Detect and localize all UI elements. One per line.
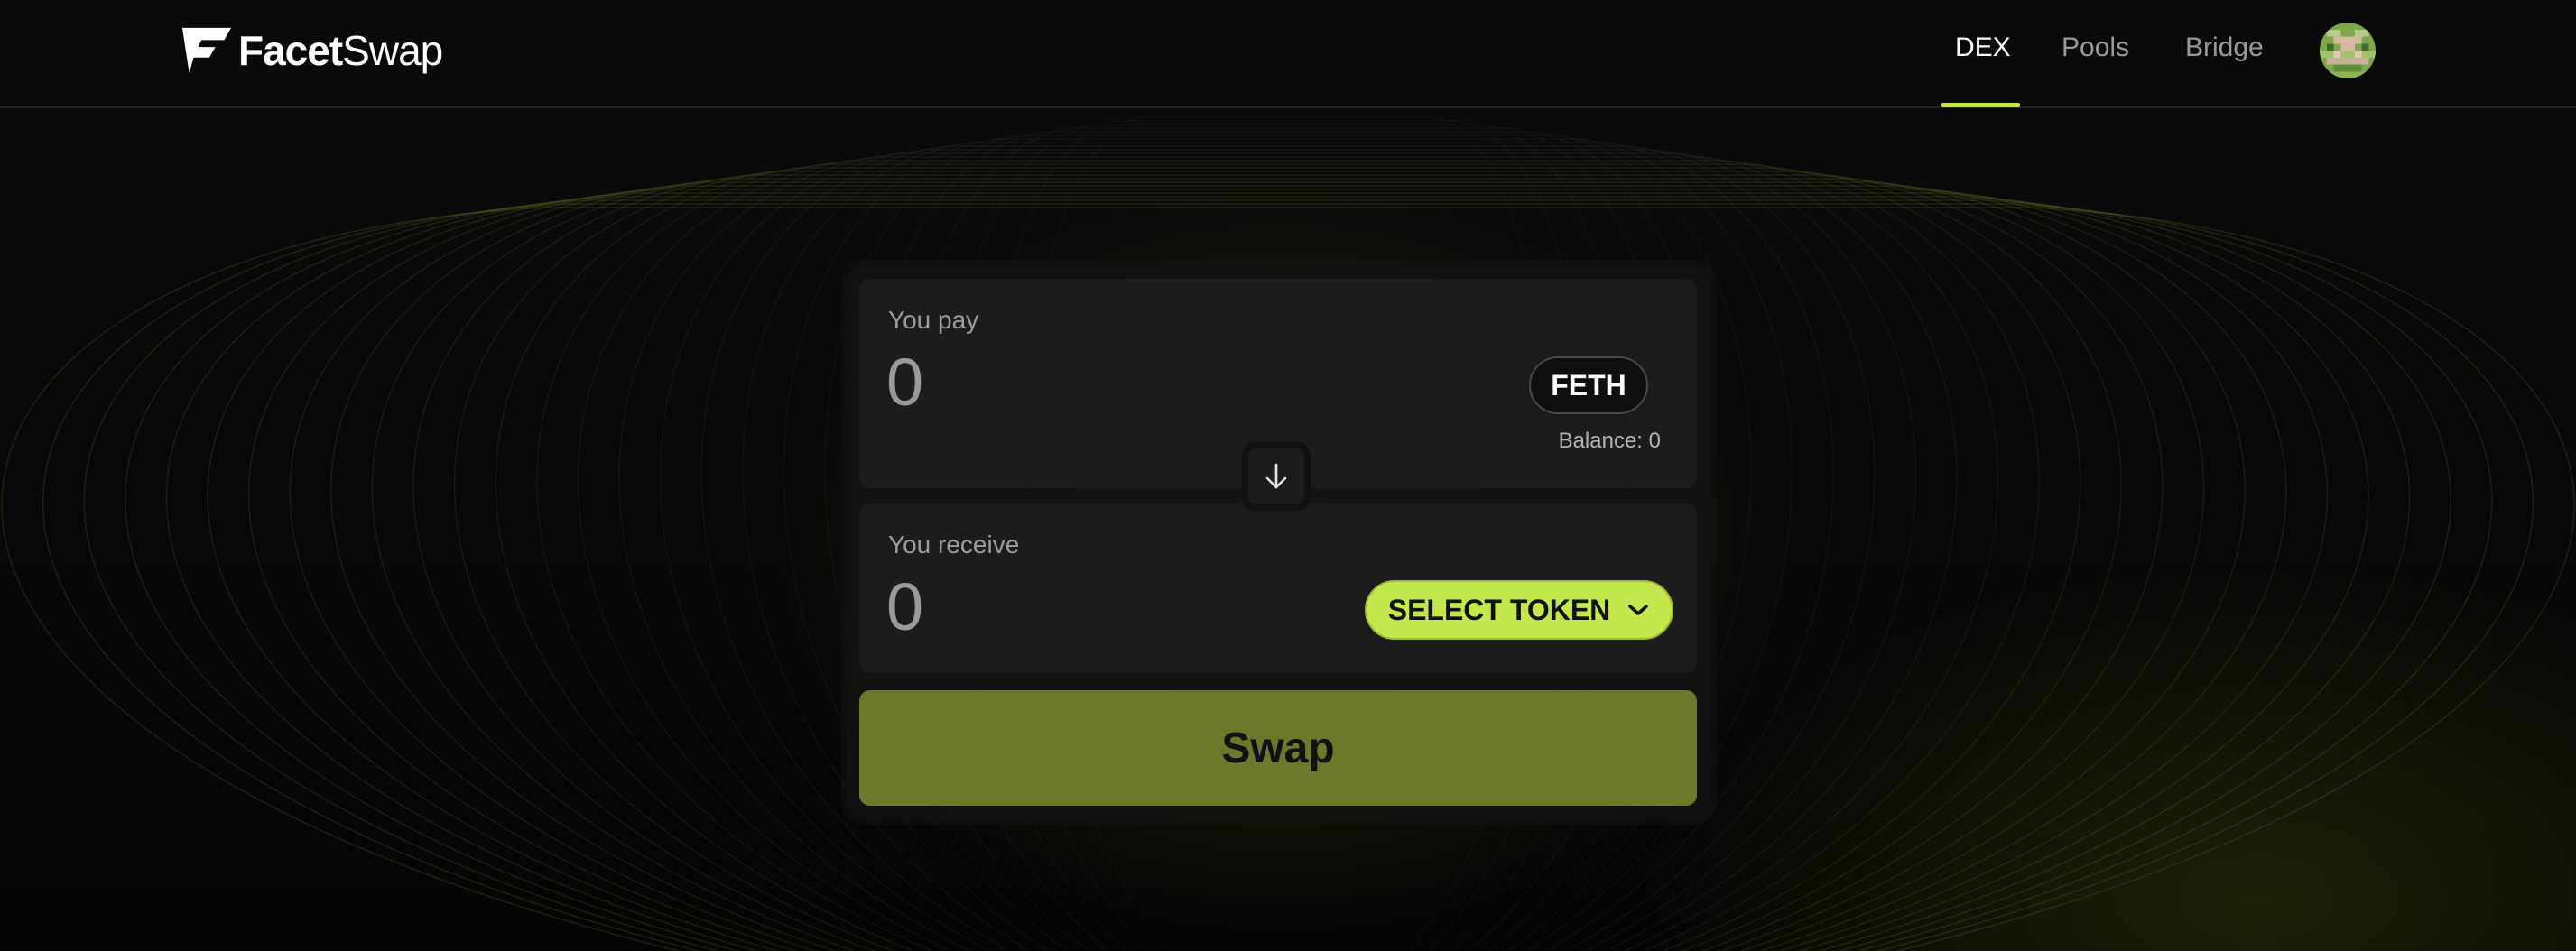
pay-label: You pay xyxy=(888,306,979,334)
brand-name: FacetSwap xyxy=(238,27,443,74)
pay-balance: Balance: 0 xyxy=(1558,429,1661,453)
receive-panel: You receive SELECT TOKEN xyxy=(859,503,1697,673)
chevron-down-icon xyxy=(1628,605,1649,615)
receive-amount-input[interactable] xyxy=(886,570,1338,642)
swap-card: You pay FETH Balance: 0 You receive SELE… xyxy=(847,265,1711,819)
arrow-down-icon xyxy=(1265,463,1287,489)
top-navbar: FacetSwap DEX Pools Bridge xyxy=(0,0,2576,108)
select-token-button[interactable]: SELECT TOKEN xyxy=(1365,580,1673,640)
facet-logo-icon xyxy=(181,27,232,74)
nav-bridge[interactable]: Bridge xyxy=(2185,32,2264,63)
brand-logo[interactable]: FacetSwap xyxy=(181,23,443,78)
select-token-label: SELECT TOKEN xyxy=(1387,593,1611,626)
receive-label: You receive xyxy=(888,531,1020,559)
nav-dex[interactable]: DEX xyxy=(1955,32,2011,63)
nav-active-indicator xyxy=(1941,103,2020,107)
pay-token-button[interactable]: FETH xyxy=(1529,356,1648,414)
avatar[interactable] xyxy=(2320,23,2376,78)
swap-button[interactable]: Swap xyxy=(859,690,1697,806)
pixel-avatar-icon xyxy=(2320,23,2376,78)
app-page: FacetSwap DEX Pools Bridge You pay 0 FET… xyxy=(0,0,2576,951)
flip-direction-button[interactable] xyxy=(1242,442,1311,511)
nav-pools[interactable]: Pools xyxy=(2062,32,2129,63)
pay-amount-input[interactable] xyxy=(886,346,1338,418)
